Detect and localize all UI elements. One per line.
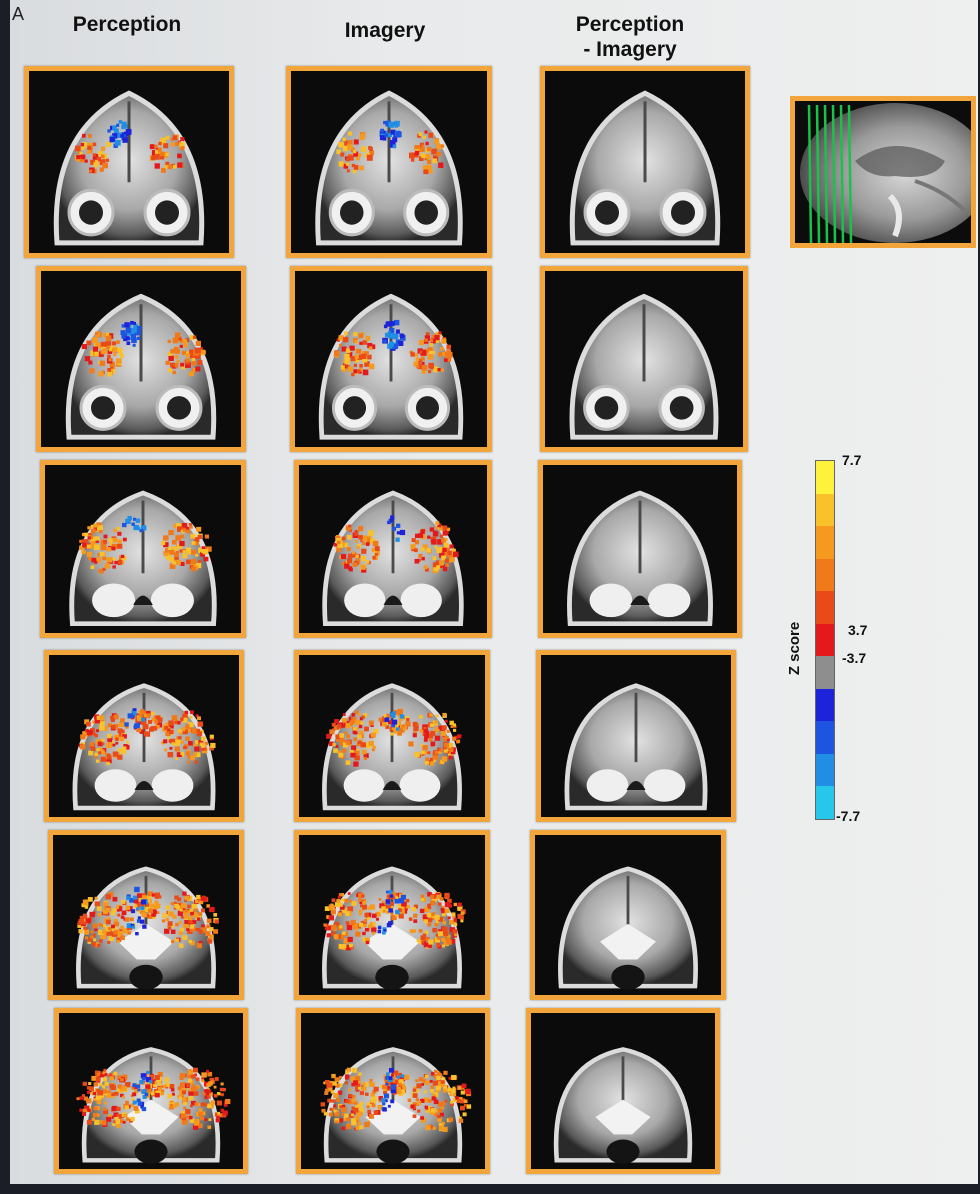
column-title-line: - Imagery	[583, 38, 677, 61]
column-title-line: Imagery	[344, 19, 426, 42]
brain-slice-imagery	[294, 460, 492, 638]
colorbar-title: Z score	[786, 621, 804, 676]
brain-slice-imagery	[294, 650, 490, 822]
brain-slice-drawing	[301, 1013, 485, 1169]
brain-slice-drawing	[295, 271, 487, 447]
colorbar-segment	[816, 786, 834, 819]
brain-slice-drawing	[299, 465, 487, 633]
brain-slice-difference	[536, 650, 736, 822]
brain-slice-drawing	[291, 71, 487, 253]
colorbar-max-label: 7.7	[842, 452, 862, 468]
brain-slice-perception	[54, 1008, 248, 1174]
colorbar-segment	[816, 526, 834, 559]
colorbar-segment	[816, 558, 834, 592]
brain-slice-perception	[48, 830, 244, 1000]
brain-slice-drawing	[541, 655, 731, 817]
brain-slice-perception	[36, 266, 246, 452]
brain-slice-difference	[526, 1008, 720, 1174]
column-title-perception: Perception	[52, 12, 202, 37]
colorbar-segment	[816, 493, 834, 527]
brain-slice-drawing	[545, 71, 745, 253]
colorbar-pos-threshold-label: 3.7	[848, 622, 868, 638]
colorbar-segment	[816, 656, 834, 689]
column-title-imagery: Imagery	[310, 18, 460, 43]
brain-slice-difference	[538, 460, 742, 638]
column-title-difference: Perception - Imagery	[550, 12, 710, 62]
colorbar-segment	[816, 753, 834, 787]
brain-slice-drawing	[545, 271, 743, 447]
brain-slice-drawing	[41, 271, 241, 447]
colorbar-segment	[816, 688, 834, 722]
brain-slice-imagery	[296, 1008, 490, 1174]
brain-slice-drawing	[45, 465, 241, 633]
column-title-line: Perception	[72, 13, 182, 36]
sagittal-locator-drawing	[795, 101, 971, 243]
brain-slice-imagery	[294, 830, 490, 1000]
brain-slice-drawing	[531, 1013, 715, 1169]
colorbar-min-label: -7.7	[836, 808, 861, 824]
brain-slice-drawing	[543, 465, 737, 633]
brain-slice-perception	[44, 650, 244, 822]
brain-slice-difference	[540, 266, 748, 452]
brain-slice-difference	[540, 66, 750, 258]
colorbar-neg-threshold-label: -3.7	[842, 650, 867, 666]
colorbar-segment	[816, 721, 834, 754]
colorbar-segment	[816, 591, 834, 624]
brain-slice-drawing	[299, 835, 485, 995]
brain-slice-drawing	[53, 835, 239, 995]
brain-slice-drawing	[59, 1013, 243, 1169]
panel-label: A	[12, 4, 25, 24]
brain-slice-perception	[24, 66, 234, 258]
brain-slice-drawing	[49, 655, 239, 817]
brain-slice-perception	[40, 460, 246, 638]
colorbar-segment	[816, 623, 834, 657]
brain-slice-drawing	[29, 71, 229, 253]
sagittal-locator-image	[790, 96, 976, 248]
brain-slice-drawing	[299, 655, 485, 817]
brain-slice-imagery	[290, 266, 492, 452]
colorbar-segment	[816, 461, 834, 494]
z-score-colorbar	[815, 460, 835, 820]
brain-slice-imagery	[286, 66, 492, 258]
column-title-line: Perception	[575, 13, 685, 36]
brain-slice-difference	[530, 830, 726, 1000]
figure-screen: A Perception Imagery Perception - Imager…	[10, 0, 978, 1184]
brain-slice-drawing	[535, 835, 721, 995]
